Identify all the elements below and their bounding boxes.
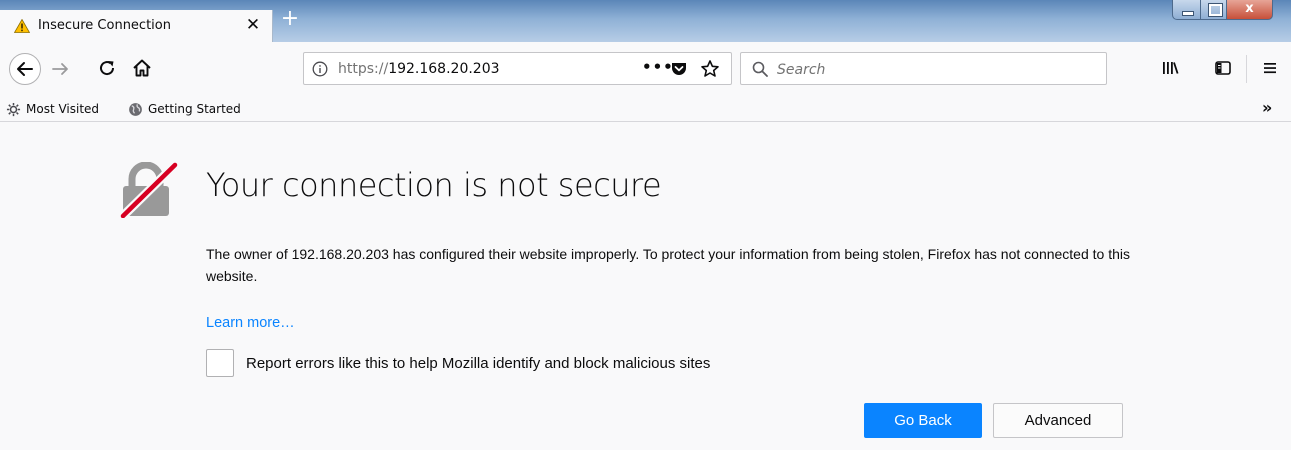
advanced-button[interactable]: Advanced [993,403,1123,438]
gear-icon [6,102,21,117]
hamburger-menu-icon [1264,63,1276,74]
library-button[interactable] [1160,58,1180,78]
bookmarks-overflow-button[interactable]: » [1262,98,1272,117]
window-close-button[interactable]: x [1226,0,1273,20]
new-tab-button[interactable]: + [279,8,301,31]
sidebar-button[interactable] [1213,58,1233,78]
maximize-button[interactable] [1200,0,1227,20]
close-icon: x [1245,1,1254,16]
minimize-button[interactable] [1172,0,1201,20]
report-errors-label[interactable]: Report errors like this to help Mozilla … [246,353,710,375]
search-bar[interactable] [740,52,1107,85]
url-host: 192.168.20.203 [388,61,500,77]
globe-icon [129,103,142,116]
bookmark-label: Most Visited [26,102,100,116]
tab-insecure-connection[interactable]: Insecure Connection ✕ [0,10,273,42]
url-bar[interactable]: https://192.168.20.203 ••• [303,52,732,85]
home-button[interactable] [131,57,153,79]
reload-button[interactable] [96,57,118,79]
back-arrow-icon [17,62,33,76]
tab-strip: Insecure Connection ✕ + x [0,0,1291,42]
tab-title: Insecure Connection [38,18,171,33]
error-description: The owner of 192.168.20.203 has configur… [206,246,1130,284]
sidebar-icon [1215,61,1231,75]
forward-arrow-icon [52,63,68,75]
search-input[interactable] [775,57,1099,82]
menu-button[interactable] [1260,58,1280,78]
broken-lock-icon [118,162,180,218]
bookmark-label: Getting Started [148,102,241,116]
reload-icon [100,61,115,76]
navigation-toolbar: https://192.168.20.203 ••• [0,42,1291,97]
info-icon[interactable] [312,61,328,77]
warning-icon [14,19,30,33]
bookmarks-toolbar: Most Visited Getting Started » [0,97,1291,122]
learn-more-link[interactable]: Learn more… [206,312,295,334]
url-scheme: https:// [338,61,389,77]
report-errors-checkbox[interactable] [206,349,234,377]
bookmark-star-icon[interactable] [700,59,720,79]
url-text[interactable]: https://192.168.20.203 [338,59,500,79]
search-icon [752,61,768,77]
error-title: Your connection is not secure [206,166,662,204]
toolbar-separator [1246,55,1247,83]
home-icon [133,59,151,77]
library-icon [1163,62,1179,74]
forward-button[interactable] [50,58,72,80]
tab-close-button[interactable]: ✕ [243,15,263,35]
pocket-icon[interactable] [670,60,688,78]
go-back-button[interactable]: Go Back [864,403,982,438]
page-actions-button[interactable]: ••• [642,58,674,76]
back-button[interactable] [9,53,41,85]
